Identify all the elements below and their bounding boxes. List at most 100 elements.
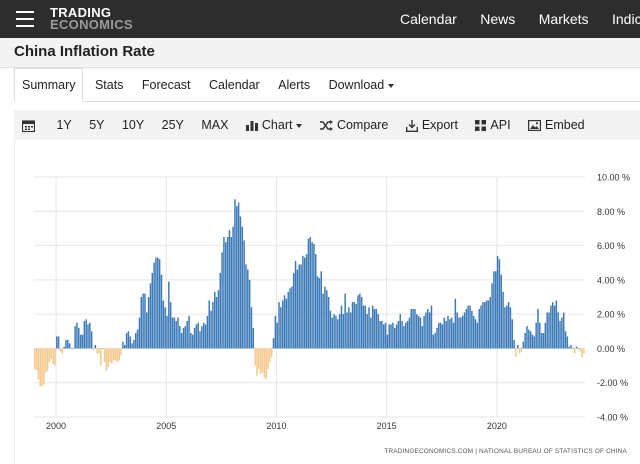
chart-bar (531, 334, 534, 349)
chart-bar (557, 312, 559, 349)
hamburger-menu-icon[interactable] (16, 11, 34, 27)
chart-bar (395, 324, 398, 349)
chart-bar (131, 343, 133, 349)
api-button[interactable]: API (475, 110, 511, 140)
chart-bar (92, 348, 95, 351)
compare-label: Compare (336, 118, 389, 132)
chart-bar (573, 348, 576, 354)
chart-bar (463, 312, 466, 349)
chart-bar (76, 322, 78, 349)
chart-bar (324, 286, 326, 349)
chart-bar (562, 312, 565, 349)
chart-bar (564, 331, 567, 349)
embed-button[interactable]: Embed (528, 110, 585, 140)
chart-bar (360, 297, 363, 349)
chart-bar (226, 237, 229, 349)
chart-bar (348, 307, 350, 349)
chevron-down-icon (388, 83, 395, 88)
y-tick-label: -2.00 % (597, 378, 628, 388)
chart-bar (225, 242, 227, 349)
chart-bar (160, 274, 163, 349)
trading-economics-logo[interactable]: TRADING ECONOMICS (50, 6, 133, 31)
range-1y-button[interactable]: 1Y (56, 110, 71, 140)
chart-bar (524, 333, 526, 349)
tab-stats[interactable]: Stats (88, 69, 131, 101)
chart-bar (212, 302, 214, 349)
chart-bar (96, 348, 98, 354)
export-button[interactable]: Export (405, 110, 458, 140)
chart-bar (265, 348, 267, 380)
nav-markets-link[interactable]: Markets (539, 0, 589, 38)
bar-chart-icon (245, 121, 258, 132)
nav-indicators-link[interactable]: Indica (612, 0, 640, 38)
chart-bar (56, 336, 58, 349)
tab-download[interactable]: Download (322, 69, 402, 101)
chart-bar (551, 302, 554, 349)
chart-bar (386, 334, 389, 349)
chart-bar (351, 302, 354, 349)
chart-bar (68, 343, 71, 349)
chart-bar (371, 305, 374, 349)
chart-bar (425, 312, 427, 349)
chart-bar (179, 326, 181, 349)
chart-bar (258, 348, 260, 369)
chart-bar (465, 309, 468, 349)
compare-button[interactable]: Compare (319, 110, 389, 140)
chart-bar (90, 331, 93, 349)
chart-bar (111, 348, 113, 364)
chart-bar (79, 334, 82, 349)
chart-source-note: TRADINGECONOMICS.COM | NATIONAL BUREAU O… (384, 448, 627, 455)
chart-type-dropdown[interactable]: Chart (245, 110, 303, 140)
chart-bar (35, 348, 38, 371)
chart-bar (520, 348, 523, 352)
tab-summary[interactable]: Summary (14, 68, 84, 102)
chart-bar (439, 322, 442, 349)
chart-bar (513, 339, 515, 349)
chart-bar (483, 302, 486, 349)
chart-bar (149, 283, 152, 349)
tab-calendar[interactable]: Calendar (202, 69, 267, 101)
chart-bar (125, 333, 128, 349)
chart-bar (337, 319, 339, 349)
chart-bar (171, 317, 174, 349)
chart-bar (138, 317, 141, 349)
chart-bar (146, 312, 148, 349)
chart-bar (177, 317, 179, 349)
chart-bar (572, 348, 574, 349)
chart-bar (375, 309, 378, 349)
chart-bar (103, 348, 106, 363)
chart-bar (158, 259, 161, 349)
range-max-button[interactable]: MAX (201, 110, 228, 140)
nav-news-link[interactable]: News (480, 0, 515, 38)
chart-bar (399, 314, 401, 349)
tab-forecast[interactable]: Forecast (135, 69, 198, 101)
chart-bar (213, 291, 216, 349)
tab-alerts[interactable]: Alerts (271, 69, 317, 101)
chart-bar (436, 327, 438, 349)
chart-bar (485, 300, 488, 349)
chart-bar (331, 317, 334, 349)
nav-calendar-link[interactable]: Calendar (400, 0, 457, 38)
chart-bar (276, 322, 278, 349)
chart-bar (285, 298, 288, 349)
chart-bar (182, 327, 185, 349)
chart-bar (428, 312, 431, 349)
chart-bar (504, 307, 506, 349)
chart-bar (191, 334, 194, 349)
chart-bar (491, 283, 493, 349)
chart-bar (561, 317, 563, 349)
range-25y-button[interactable]: 25Y (162, 110, 184, 140)
chart-bar (441, 324, 444, 349)
chart-bar (105, 348, 108, 371)
chart-bar (281, 300, 284, 349)
image-icon (528, 120, 542, 132)
range-5y-button[interactable]: 5Y (89, 110, 104, 140)
range-10y-button[interactable]: 10Y (122, 110, 144, 140)
chart-bar (553, 305, 556, 349)
chart-bar (256, 348, 258, 376)
chart-bar (201, 326, 203, 349)
calendar-date-range-button[interactable] (21, 110, 39, 140)
chart-bar (292, 273, 295, 349)
chart-bar (112, 348, 115, 361)
chart-bar (362, 305, 365, 349)
